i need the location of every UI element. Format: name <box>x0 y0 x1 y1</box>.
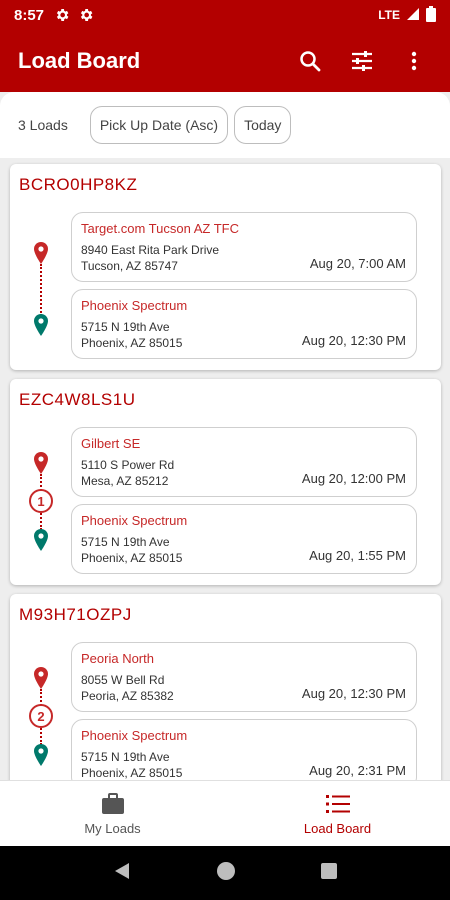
briefcase-icon <box>101 791 125 817</box>
map-pin-icon <box>34 667 48 689</box>
load-card[interactable]: EZC4W8LS1U 1 Gilbert SE 5110 S Power Rd … <box>10 379 441 585</box>
more-vert-icon <box>411 51 417 71</box>
stop-time: Aug 20, 12:30 PM <box>301 686 406 701</box>
map-pin-icon <box>34 242 48 264</box>
load-count: 3 Loads <box>18 117 68 133</box>
settings-icon <box>78 7 94 23</box>
nav-load-board-label: Load Board <box>303 821 372 836</box>
stop-name: Phoenix Spectrum <box>81 298 188 313</box>
nav-load-board[interactable]: Load Board <box>225 781 450 846</box>
stop-time: Aug 20, 12:00 PM <box>301 471 406 486</box>
filter-bar: 3 Loads Pick Up Date (Asc) Today <box>0 92 450 158</box>
system-nav-bar <box>0 846 450 900</box>
stop-name: Gilbert SE <box>81 436 141 451</box>
stop-name: Peoria North <box>81 651 154 666</box>
bottom-nav: My Loads Load Board <box>0 780 450 846</box>
status-right: LTE <box>378 5 436 25</box>
list-icon <box>325 791 350 817</box>
intermediate-stops-badge: 2 <box>29 704 53 728</box>
pickup-stop[interactable]: Gilbert SE 5110 S Power Rd Mesa, AZ 8521… <box>71 427 417 497</box>
map-pin-icon <box>34 529 48 551</box>
dropoff-stop[interactable]: Phoenix Spectrum 5715 N 19th Ave Phoenix… <box>71 289 417 359</box>
date-chip[interactable]: Today <box>234 106 292 144</box>
stop-time: Aug 20, 1:55 PM <box>309 548 406 563</box>
stop-name: Phoenix Spectrum <box>81 513 188 528</box>
load-id: EZC4W8LS1U <box>19 390 136 409</box>
dropoff-stop[interactable]: Phoenix Spectrum 5715 N 19th Ave Phoenix… <box>71 719 417 780</box>
status-time: 8:57 <box>14 6 45 24</box>
map-pin-icon <box>34 744 48 766</box>
stop-name: Phoenix Spectrum <box>81 728 188 743</box>
load-card[interactable]: M93H71OZPJ 2 Peoria North 8055 W Bell Rd… <box>10 594 441 780</box>
battery-icon <box>426 5 436 25</box>
more-options-button[interactable] <box>396 43 432 79</box>
stop-time: Aug 20, 7:00 AM <box>309 256 406 271</box>
load-id: M93H71OZPJ <box>19 605 132 624</box>
route-line <box>40 264 42 316</box>
sort-chip[interactable]: Pick Up Date (Asc) <box>89 106 229 144</box>
filter-button[interactable] <box>344 43 380 79</box>
load-id: BCRO0HP8KZ <box>19 175 138 194</box>
page-title: Load Board <box>18 48 141 73</box>
settings-icon <box>54 7 70 23</box>
app-bar: Load Board <box>0 30 450 92</box>
load-list: BCRO0HP8KZ Target.com Tucson AZ TFC 8940… <box>0 158 450 780</box>
search-button[interactable] <box>292 43 328 79</box>
map-pin-icon <box>34 452 48 474</box>
nav-my-loads-label: My Loads <box>84 821 141 836</box>
status-bar: 8:57 LTE <box>0 0 450 30</box>
dropoff-stop[interactable]: Phoenix Spectrum 5715 N 19th Ave Phoenix… <box>71 504 417 574</box>
back-icon[interactable] <box>112 861 132 886</box>
map-pin-icon <box>34 314 48 336</box>
home-icon[interactable] <box>216 861 236 886</box>
nav-my-loads[interactable]: My Loads <box>0 781 225 846</box>
search-icon <box>300 51 321 72</box>
stop-time: Aug 20, 12:30 PM <box>301 333 406 348</box>
stop-time: Aug 20, 2:31 PM <box>309 763 406 778</box>
pickup-stop[interactable]: Peoria North 8055 W Bell Rd Peoria, AZ 8… <box>71 642 417 712</box>
intermediate-stops-badge: 1 <box>29 489 53 513</box>
signal-icon <box>406 7 420 24</box>
network-label: LTE <box>378 8 400 22</box>
filter-sliders-icon <box>352 51 372 71</box>
load-card[interactable]: BCRO0HP8KZ Target.com Tucson AZ TFC 8940… <box>10 164 441 370</box>
pickup-stop[interactable]: Target.com Tucson AZ TFC 8940 East Rita … <box>71 212 417 282</box>
recents-icon[interactable] <box>320 862 338 885</box>
stop-name: Target.com Tucson AZ TFC <box>81 221 239 236</box>
